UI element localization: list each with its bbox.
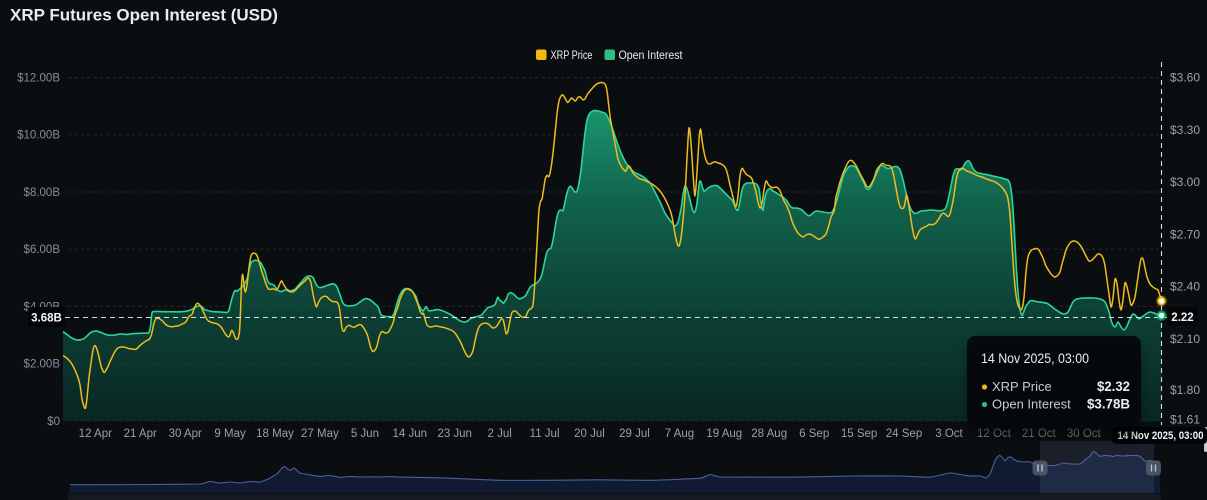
svg-text:28 Aug: 28 Aug [751, 428, 787, 440]
svg-text:$1.61: $1.61 [1170, 413, 1200, 427]
svg-text:9 May: 9 May [214, 428, 246, 440]
svg-text:6 Sep: 6 Sep [799, 428, 829, 440]
svg-text:18 May: 18 May [256, 428, 294, 440]
svg-text:23 Jun: 23 Jun [437, 428, 472, 440]
svg-text:$2.32: $2.32 [1097, 379, 1130, 394]
svg-text:XRP Price: XRP Price [551, 50, 593, 62]
svg-text:$2.00B: $2.00B [24, 359, 61, 371]
svg-text:11 Jul: 11 Jul [530, 428, 560, 440]
svg-text:24 Sep: 24 Sep [886, 428, 922, 440]
svg-text:3 Oct: 3 Oct [935, 428, 963, 440]
svg-text:Open Interest: Open Interest [619, 50, 684, 62]
svg-text:$2.40: $2.40 [1170, 280, 1200, 294]
svg-text:$3.00: $3.00 [1170, 175, 1200, 189]
svg-text:$0: $0 [47, 416, 60, 428]
svg-text:$2.10: $2.10 [1170, 332, 1200, 346]
svg-text:XRP Price: XRP Price [992, 379, 1052, 394]
svg-text:$3.30: $3.30 [1170, 123, 1200, 137]
svg-text:12 Apr: 12 Apr [79, 428, 112, 440]
svg-text:29 Jul: 29 Jul [619, 428, 650, 440]
svg-text:$12.00B: $12.00B [17, 73, 60, 85]
svg-text:Open Interest: Open Interest [992, 397, 1071, 412]
svg-text:27 May: 27 May [301, 428, 339, 440]
svg-text:$3.78B: $3.78B [1087, 397, 1130, 412]
svg-text:XRP Futures Open Interest (USD: XRP Futures Open Interest (USD) [10, 6, 278, 25]
svg-text:$3.60: $3.60 [1170, 71, 1200, 85]
svg-text:2 Jul: 2 Jul [488, 428, 512, 440]
svg-text:14 Nov 2025, 03:00: 14 Nov 2025, 03:00 [981, 351, 1089, 366]
svg-text:21 Apr: 21 Apr [124, 428, 157, 440]
svg-text:14 Jun: 14 Jun [393, 428, 428, 440]
svg-text:7 Aug: 7 Aug [665, 428, 694, 440]
svg-text:19 Aug: 19 Aug [706, 428, 742, 440]
svg-text:15 Sep: 15 Sep [841, 428, 877, 440]
svg-text:$1.80: $1.80 [1170, 383, 1200, 397]
svg-text:3.68B: 3.68B [31, 312, 62, 324]
svg-text:20 Jul: 20 Jul [574, 428, 605, 440]
svg-text:$2.70: $2.70 [1170, 227, 1200, 241]
svg-text:$10.00B: $10.00B [17, 130, 60, 142]
svg-text:30 Apr: 30 Apr [169, 428, 202, 440]
svg-text:2.22: 2.22 [1171, 312, 1193, 324]
svg-text:5 Jun: 5 Jun [351, 428, 379, 440]
svg-text:$6.00B: $6.00B [24, 244, 61, 256]
svg-text:$8.00B: $8.00B [24, 187, 61, 199]
